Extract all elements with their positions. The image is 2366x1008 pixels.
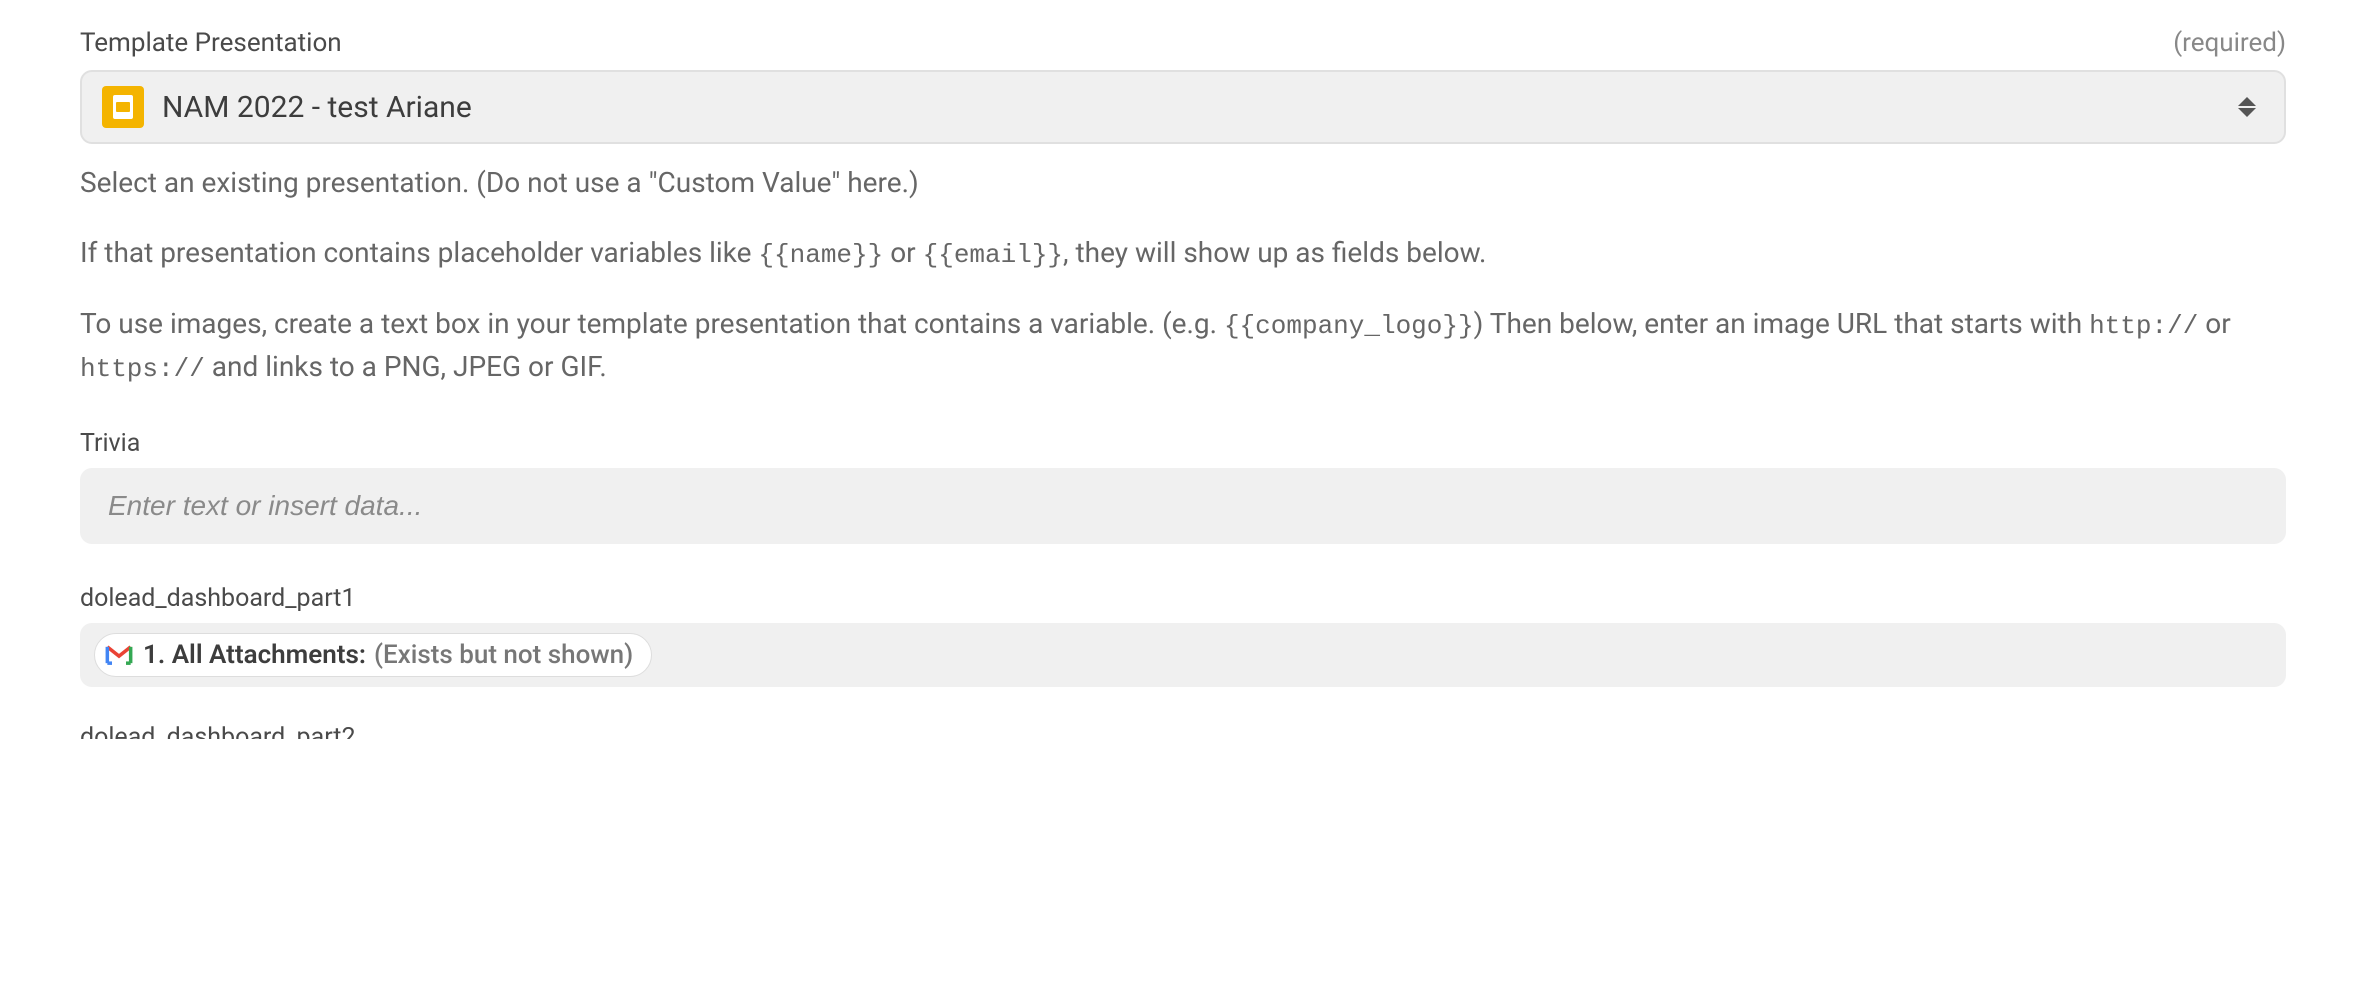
attachment-pill-label: 1. All Attachments:: [143, 640, 366, 670]
dashboard-part1-input[interactable]: 1. All Attachments: (Exists but not show…: [80, 623, 2286, 687]
code-https: https://: [80, 354, 205, 384]
help-paragraph-2: If that presentation contains placeholde…: [80, 232, 2286, 275]
required-tag: (required): [2173, 28, 2286, 58]
gmail-icon: [105, 644, 133, 666]
template-presentation-header: Template Presentation (required): [80, 28, 2286, 58]
template-presentation-select[interactable]: NAM 2022 - test Ariane: [80, 70, 2286, 144]
select-chevrons-icon: [2238, 97, 2256, 117]
attachment-pill[interactable]: 1. All Attachments: (Exists but not show…: [94, 633, 652, 677]
attachment-pill-detail: (Exists but not shown): [374, 640, 633, 670]
trivia-label: Trivia: [80, 429, 2286, 458]
placeholder-code-logo: {{company_logo}}: [1224, 311, 1474, 341]
help-paragraph-1: Select an existing presentation. (Do not…: [80, 162, 2286, 204]
trivia-input[interactable]: [80, 468, 2286, 544]
dashboard-part2-label: dolead_dashboard_part2: [80, 723, 2286, 739]
help-paragraph-3: To use images, create a text box in your…: [80, 303, 2286, 389]
template-presentation-value: NAM 2022 - test Ariane: [162, 90, 2238, 125]
google-slides-icon: [102, 86, 144, 128]
placeholder-code-name: {{name}}: [758, 240, 883, 270]
placeholder-code-email: {{email}}: [923, 240, 1063, 270]
code-http: http://: [2089, 311, 2198, 341]
template-presentation-label: Template Presentation: [80, 28, 342, 58]
template-presentation-help: Select an existing presentation. (Do not…: [80, 162, 2286, 389]
dashboard-part1-label: dolead_dashboard_part1: [80, 584, 2286, 613]
